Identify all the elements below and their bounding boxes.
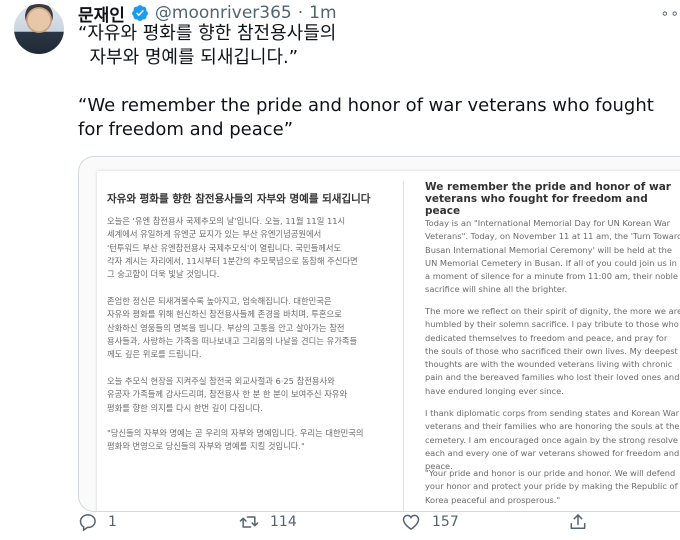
tweet-timestamp[interactable]: 1m <box>309 3 336 23</box>
korean-paragraph-2: 존엄한 정신은 되새겨볼수록 높아지고, 엄숙해집니다. 대한민국은 자유와 평… <box>107 296 358 360</box>
english-paragraph-1: Today is an "International Memorial Day … <box>425 218 680 295</box>
retweet-button[interactable]: 114 <box>238 512 297 532</box>
korean-paragraph-4: "당신들의 자부와 명예는 곧 우리의 자부와 명예입니다. 우리는 대한민국의… <box>107 428 364 452</box>
english-paragraph-2: The more we reflect on their spirit of d… <box>425 306 680 396</box>
share-icon <box>570 514 586 529</box>
like-count: 157 <box>432 514 459 530</box>
retweet-icon <box>239 516 259 528</box>
korean-paragraph-3: 오늘 추모식 현장을 지켜주실 참전국 외교사절과 6·25 참전용사와 유공자… <box>107 376 348 413</box>
statement-document: 자유와 평화를 향한 참전용사들의 자부와 명예를 되새깁니다 오늘은 '유엔 … <box>97 171 680 511</box>
reply-icon <box>79 514 96 532</box>
korean-title: 자유와 평화를 향한 참전용사들의 자부와 명예를 되새깁니다 <box>107 193 371 205</box>
tweet-text-english: “We remember the pride and honor of war … <box>78 95 660 140</box>
more-options-icon[interactable]: ∘∘ <box>660 6 680 22</box>
author-avatar[interactable] <box>14 4 64 54</box>
column-divider <box>403 181 404 511</box>
reply-count: 1 <box>108 514 117 530</box>
tweet-actions: 1 114 157 <box>78 512 658 536</box>
korean-paragraph-1: 오늘은 '유엔 참전용사 국제추모의 날'입니다. 오늘, 11월 11일 11… <box>107 216 358 280</box>
separator-dot: · <box>297 3 304 23</box>
tweet-header: 문재인 @moonriver365 · 1m <box>78 2 337 26</box>
reply-button[interactable]: 1 <box>78 512 117 532</box>
tweet-text-korean: “자유와 평화를 향한 참전용사들의 자부와 명예를 되새깁니다.” <box>78 23 337 68</box>
attached-image[interactable]: 자유와 평화를 향한 참전용사들의 자부와 명예를 되새깁니다 오늘은 '유엔 … <box>78 156 680 512</box>
heart-icon <box>402 514 420 530</box>
english-paragraph-3: I thank diplomatic corps from sending st… <box>425 408 680 472</box>
english-paragraph-4: "Your pride and honor is our pride and h… <box>425 468 680 505</box>
verified-badge-icon <box>132 5 148 21</box>
like-button[interactable]: 157 <box>400 512 459 532</box>
tweet-text: “자유와 평화를 향한 참전용사들의 자부와 명예를 되새깁니다.” “We r… <box>78 22 658 142</box>
author-handle[interactable]: @moonriver365 <box>155 3 292 23</box>
share-button[interactable] <box>568 512 588 532</box>
retweet-count: 114 <box>270 514 297 530</box>
english-title: We remember the pride and honor of war v… <box>425 181 671 217</box>
